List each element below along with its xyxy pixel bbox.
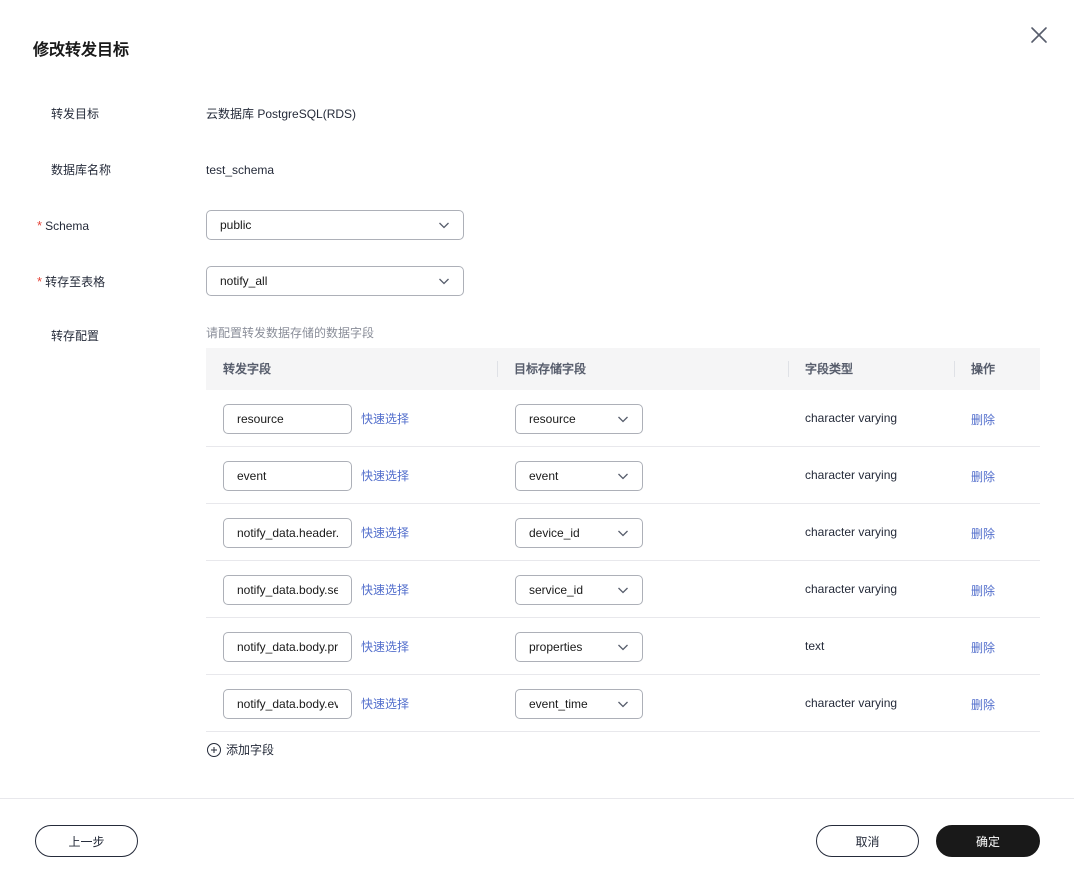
required-mark: * [37,218,43,233]
quick-select-link[interactable]: 快速选择 [361,695,409,712]
delete-link[interactable]: 删除 [971,468,995,485]
table-select-row: * 转存至表格 notify_all [0,266,1074,298]
schema-select[interactable]: public [206,210,464,240]
field-type-text: character varying [805,411,898,425]
add-field-button[interactable]: 添加字段 [206,741,274,758]
source-field-input[interactable] [223,689,352,719]
close-icon [1031,27,1047,43]
config-label: 转存配置 [51,329,100,343]
header-target-field: 目标存储字段 [514,362,587,376]
target-field-value: device_id [529,526,580,540]
target-field-value: event [529,469,559,483]
schema-select-value: public [220,218,252,232]
header-action: 操作 [971,362,996,376]
target-field-value: service_id [529,583,584,597]
chevron-down-icon [618,530,628,537]
required-mark: * [37,274,43,289]
schema-label-text: Schema [45,219,90,233]
target-field-select[interactable]: service_id [515,575,643,605]
source-field-input[interactable] [223,632,352,662]
close-button[interactable] [1026,22,1052,48]
chevron-down-icon [618,473,628,480]
header-divider [788,361,789,377]
target-field-select[interactable]: device_id [515,518,643,548]
table-label: * 转存至表格 [37,266,105,298]
chevron-down-icon [618,644,628,651]
chevron-down-icon [618,416,628,423]
chevron-down-icon [439,278,449,285]
quick-select-link[interactable]: 快速选择 [361,581,409,598]
header-source-field: 转发字段 [223,362,272,376]
delete-link[interactable]: 删除 [971,582,995,599]
target-label: 转发目标 [51,107,100,121]
footer-divider [0,798,1074,799]
config-hint: 请配置转发数据存储的数据字段 [206,326,375,340]
field-type-text: character varying [805,525,898,539]
field-type-text: character varying [805,468,898,482]
confirm-button[interactable]: 确定 [936,825,1040,857]
plus-circle-icon [207,742,221,757]
db-name-value: test_schema [206,163,275,177]
quick-select-link[interactable]: 快速选择 [361,524,409,541]
field-type-text: character varying [805,696,898,710]
delete-link[interactable]: 删除 [971,639,995,656]
chevron-down-icon [439,222,449,229]
target-field-select[interactable]: properties [515,632,643,662]
table-select[interactable]: notify_all [206,266,464,296]
table-label-text: 转存至表格 [45,275,106,289]
table-select-value: notify_all [220,274,268,288]
target-field-select[interactable]: event [515,461,643,491]
chevron-down-icon [618,587,628,594]
source-field-input[interactable] [223,404,352,434]
schema-label: * Schema [37,210,89,242]
quick-select-link[interactable]: 快速选择 [361,410,409,427]
field-type-text: character varying [805,582,898,596]
target-field-value: event_time [529,697,588,711]
schema-row: * Schema public [0,210,1074,242]
field-mapping-table: 转发字段 目标存储字段 字段类型 操作 快速选择 resource charac… [206,348,1040,732]
header-field-type: 字段类型 [805,362,854,376]
header-divider [497,361,498,377]
delete-link[interactable]: 删除 [971,525,995,542]
target-field-select[interactable]: resource [515,404,643,434]
target-field-select[interactable]: event_time [515,689,643,719]
table-header: 转发字段 目标存储字段 字段类型 操作 [206,348,1040,390]
quick-select-link[interactable]: 快速选择 [361,467,409,484]
table-row: 快速选择 event character varying 删除 [206,447,1040,504]
db-name-label: 数据库名称 [51,163,112,177]
quick-select-link[interactable]: 快速选择 [361,638,409,655]
header-divider [954,361,955,377]
delete-link[interactable]: 删除 [971,696,995,713]
dialog-title: 修改转发目标 [33,42,130,59]
table-row: 快速选择 properties text 删除 [206,618,1040,675]
target-value: 云数据库 PostgreSQL(RDS) [206,107,357,121]
table-row: 快速选择 resource character varying 删除 [206,390,1040,447]
source-field-input[interactable] [223,461,352,491]
db-name-row: 数据库名称 test_schema [0,154,1074,186]
target-field-value: properties [529,640,583,654]
delete-link[interactable]: 删除 [971,411,995,428]
chevron-down-icon [618,701,628,708]
add-field-label: 添加字段 [226,743,275,757]
field-type-text: text [805,639,825,653]
target-field-value: resource [529,412,576,426]
table-row: 快速选择 service_id character varying 删除 [206,561,1040,618]
cancel-button[interactable]: 取消 [816,825,919,857]
target-row: 转发目标 云数据库 PostgreSQL(RDS) [0,98,1074,130]
source-field-input[interactable] [223,518,352,548]
prev-button[interactable]: 上一步 [35,825,138,857]
table-row: 快速选择 event_time character varying 删除 [206,675,1040,732]
table-row: 快速选择 device_id character varying 删除 [206,504,1040,561]
source-field-input[interactable] [223,575,352,605]
